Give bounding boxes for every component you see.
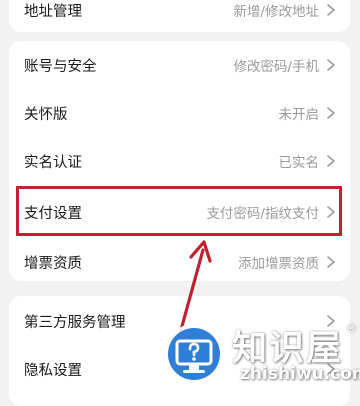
real-name-verification-label: 实名认证 [24, 154, 82, 171]
address-card: 地址管理 新增/修改地址 [9, 0, 350, 32]
care-mode-label: 关怀版 [24, 106, 68, 123]
chevron-right-icon [325, 58, 337, 72]
chevron-right-icon [325, 255, 337, 269]
account-security-label: 账号与安全 [24, 58, 97, 75]
vat-invoice-qualification-value: 添加增票资质 [238, 256, 319, 272]
chevron-right-icon [325, 362, 337, 376]
chevron-right-icon [325, 314, 337, 328]
chevron-right-icon [325, 154, 337, 168]
third-party-services-label: 第三方服务管理 [24, 314, 126, 331]
address-management-value: 新增/修改地址 [233, 4, 319, 20]
vat-invoice-qualification-row[interactable]: 增票资质 添加增票资质 [9, 238, 350, 281]
care-mode-row[interactable]: 关怀版 未开启 [9, 89, 350, 137]
privacy-settings-row[interactable]: 隐私设置 [9, 345, 350, 393]
real-name-verification-row[interactable]: 实名认证 已实名 [9, 137, 350, 185]
chevron-right-icon [325, 106, 337, 120]
chevron-right-icon [325, 3, 337, 17]
real-name-verification-value: 已实名 [278, 155, 320, 171]
address-management-row[interactable]: 地址管理 新增/修改地址 [9, 0, 350, 32]
account-security-row[interactable]: 账号与安全 修改密码/手机 [9, 41, 350, 89]
payment-settings-highlight-box [16, 186, 342, 236]
account-security-value: 修改密码/手机 [233, 59, 319, 75]
vat-invoice-qualification-label: 增票资质 [24, 255, 82, 272]
address-management-label: 地址管理 [24, 3, 82, 20]
care-mode-value: 未开启 [278, 107, 320, 123]
privacy-settings-label: 隐私设置 [24, 362, 82, 379]
account-settings-card: 账号与安全 修改密码/手机 关怀版 未开启 实名认证 已实名 支付设置 支付密码… [9, 41, 350, 281]
third-party-services-row[interactable]: 第三方服务管理 [9, 297, 350, 345]
